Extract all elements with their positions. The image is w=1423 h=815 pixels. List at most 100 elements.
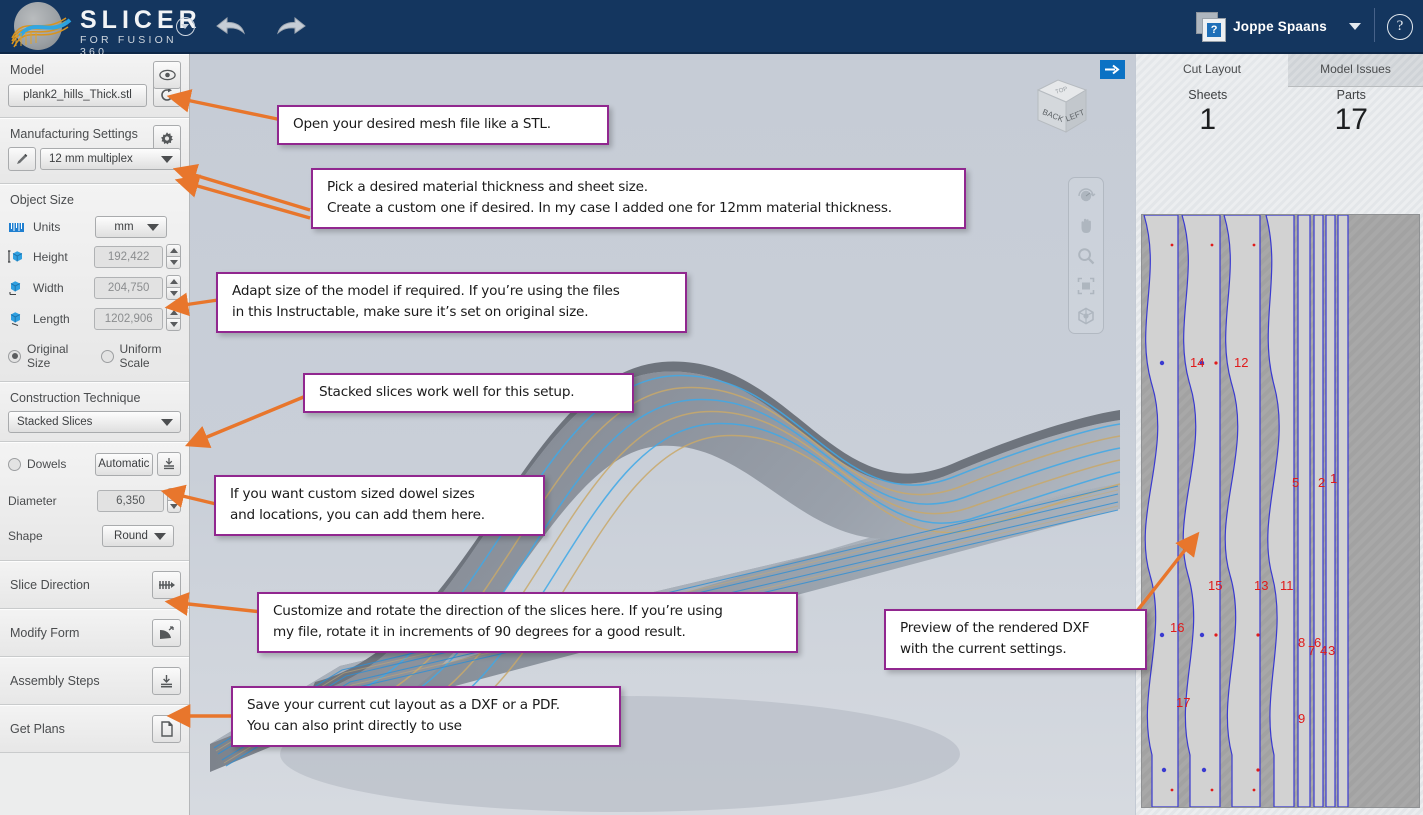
length-input[interactable]: 1202,906 — [94, 307, 164, 330]
width-input[interactable]: 204,750 — [94, 276, 164, 299]
callout-line: Create a custom one if desired. In my ca… — [327, 200, 892, 216]
collapse-panel-button[interactable] — [1100, 60, 1125, 79]
pan-hand-icon[interactable] — [1073, 213, 1099, 239]
construction-technique-dropdown[interactable]: Stacked Slices — [8, 411, 181, 433]
eye-icon[interactable] — [153, 61, 181, 89]
radio-dowels[interactable] — [8, 457, 21, 471]
dowels-mode-button[interactable]: Automatic — [95, 452, 153, 476]
sidebar-item-slice-direction[interactable]: Slice Direction — [0, 561, 189, 609]
redo-arrow-icon[interactable] — [275, 12, 309, 40]
stat-parts: Parts 17 — [1280, 88, 1423, 138]
tab-model-issues[interactable]: Model Issues — [1288, 54, 1423, 87]
part-label: 5 — [1292, 475, 1299, 490]
callout-adapt-size: Adapt size of the model if required. If … — [216, 272, 687, 333]
diameter-stepper[interactable] — [166, 488, 181, 513]
construction-title: Construction Technique — [10, 391, 141, 405]
assembly-steps-icon[interactable] — [152, 667, 181, 695]
modify-form-icon[interactable] — [152, 619, 181, 647]
chevron-down-circle-icon[interactable] — [176, 17, 195, 36]
chevron-down-icon — [161, 156, 173, 163]
sheet-parts-drawing: 14 12 16 5 2 1 8 6 15 13 11 17 7 4 3 9 — [1143, 215, 1349, 807]
view-cube[interactable]: BACK LEFT TOP — [1022, 72, 1094, 144]
sidebar-item-get-plans[interactable]: Get Plans — [0, 705, 189, 753]
height-stepper-down[interactable] — [166, 256, 181, 269]
units-label: Units — [33, 220, 61, 234]
dowel-stack-icon[interactable] — [156, 452, 181, 476]
sidebar-item-modify-form[interactable]: Modify Form — [0, 609, 189, 657]
callout-preview: Preview of the rendered DXF with the cur… — [884, 609, 1147, 670]
diameter-stepper-down[interactable] — [166, 500, 181, 513]
tab-cut-layout[interactable]: Cut Layout — [1136, 54, 1289, 86]
view-cube-icon[interactable] — [1073, 303, 1099, 329]
diameter-input[interactable]: 6,350 — [97, 489, 164, 512]
length-stepper-down[interactable] — [166, 318, 181, 331]
shape-value: Round — [114, 530, 148, 542]
zoom-magnifier-icon[interactable] — [1073, 243, 1099, 269]
help-icon[interactable]: ? — [1387, 14, 1413, 40]
height-stepper[interactable] — [166, 244, 181, 269]
right-panel: Cut Layout Model Issues Sheets 1 Parts 1… — [1136, 54, 1423, 815]
user-menu[interactable]: ? Joppe Spaans — [1196, 8, 1361, 44]
sidebar-item-assembly-steps[interactable]: Assembly Steps — [0, 657, 189, 705]
width-cube-icon — [9, 281, 21, 296]
get-plans-page-icon[interactable] — [152, 715, 181, 743]
part-label: 14 — [1190, 355, 1204, 370]
width-stepper-down[interactable] — [166, 287, 181, 300]
avatar-glyph: ? — [1207, 23, 1222, 37]
slice-direction-icon[interactable] — [152, 571, 181, 599]
units-row: Units mm — [0, 213, 189, 241]
shape-row: Shape Round — [0, 516, 189, 550]
chevron-down-icon[interactable] — [1349, 22, 1361, 30]
undo-arrow-icon[interactable] — [213, 12, 247, 40]
part-label: 17 — [1176, 695, 1190, 710]
original-size-label: Original Size — [27, 342, 69, 370]
callout-line: Pick a desired material thickness and sh… — [327, 179, 648, 195]
units-dropdown[interactable]: mm — [95, 216, 167, 238]
callout-line: Customize and rotate the direction of th… — [273, 603, 723, 619]
width-stepper[interactable] — [166, 275, 181, 300]
part-label: 1 — [1330, 471, 1337, 486]
shape-label: Shape — [8, 529, 43, 543]
sheets-label: Sheets — [1188, 88, 1228, 102]
part-label: 7 — [1308, 643, 1315, 658]
part-label: 12 — [1234, 355, 1248, 370]
model-group: Model plank2_hills_Thick.stl — [0, 54, 189, 118]
fit-to-screen-icon[interactable] — [1073, 273, 1099, 299]
app-logo[interactable]: SLICER FOR FUSION 360 — [6, 0, 197, 58]
model-file-button[interactable]: plank2_hills_Thick.stl — [8, 83, 147, 107]
height-input[interactable]: 192,422 — [94, 245, 164, 268]
diameter-stepper-up[interactable] — [166, 488, 181, 500]
callout-line: You can also print directly to use — [247, 718, 462, 734]
radio-uniform-scale[interactable] — [100, 349, 114, 363]
diameter-row: Diameter 6,350 — [0, 479, 189, 516]
callout-material: Pick a desired material thickness and sh… — [311, 168, 966, 229]
callout-slice-direction: Customize and rotate the direction of th… — [257, 592, 798, 653]
orbit-icon[interactable] — [1073, 183, 1099, 209]
cut-layout-sheet-preview[interactable]: 1 14 12 — [1141, 214, 1420, 808]
object-size-group: Object Size Units mm Height 192,422 Widt… — [0, 184, 189, 382]
width-label: Width — [33, 280, 64, 295]
material-dropdown[interactable]: 12 mm multiplex — [40, 148, 181, 170]
width-stepper-up[interactable] — [166, 275, 181, 287]
callout-line: in this Instructable, make sure it’s set… — [232, 304, 589, 320]
shape-dropdown[interactable]: Round — [102, 525, 174, 547]
slice-direction-label: Slice Direction — [10, 578, 90, 592]
avatar: ? — [1196, 12, 1227, 42]
length-stepper-up[interactable] — [166, 306, 181, 318]
part-label: 3 — [1328, 643, 1335, 658]
width-row: Width 204,750 — [0, 272, 189, 303]
length-stepper[interactable] — [166, 306, 181, 331]
stat-sheets: Sheets 1 — [1136, 88, 1280, 138]
chevron-down-icon — [161, 419, 173, 426]
dowels-group: Dowels Automatic Diameter 6,350 Shape Ro… — [0, 442, 189, 561]
height-stepper-up[interactable] — [166, 244, 181, 256]
length-row: Length 1202,906 — [0, 303, 189, 334]
callout-line: and locations, you can add them here. — [230, 507, 485, 523]
construction-technique-group: Construction Technique Stacked Slices — [0, 382, 189, 442]
user-name-label: Joppe Spaans — [1233, 18, 1327, 34]
length-label: Length — [33, 311, 70, 326]
pencil-icon[interactable] — [8, 147, 36, 171]
radio-original-size[interactable] — [8, 349, 21, 363]
avatar-front-card: ? — [1202, 18, 1227, 42]
part-label: 9 — [1298, 711, 1305, 726]
